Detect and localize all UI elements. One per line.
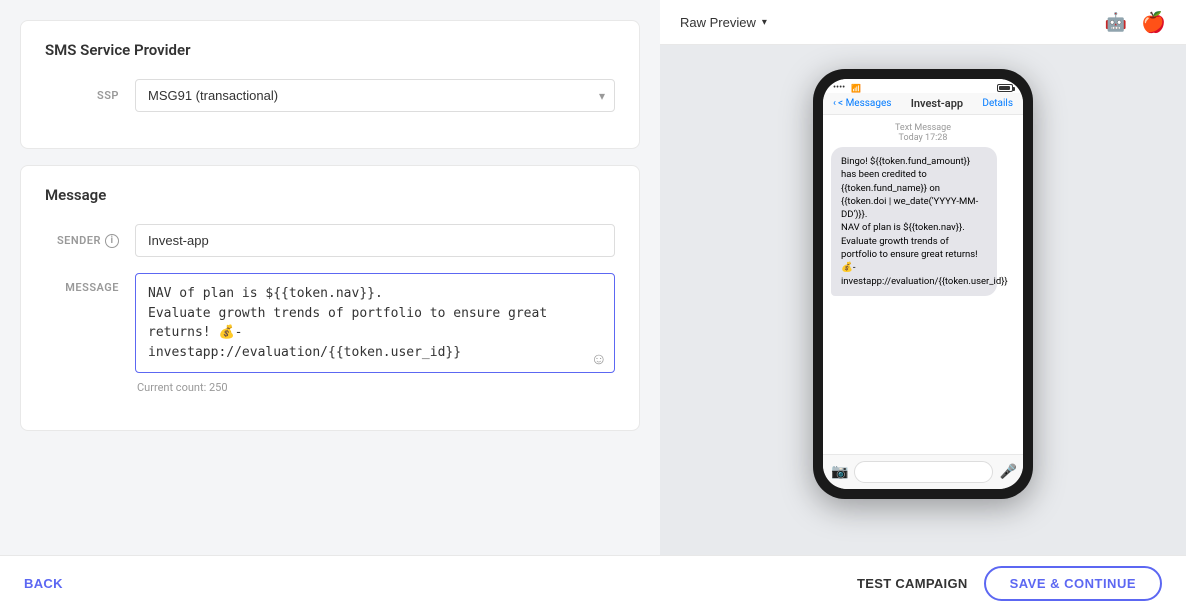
ssp-card: SMS Service Provider SSP MSG91 (transact… bbox=[20, 20, 640, 149]
message-card: Message SENDER i MESSAGE NAV of plan is … bbox=[20, 165, 640, 431]
status-bar: •••• 📶 bbox=[823, 79, 1023, 93]
back-button[interactable]: BACK bbox=[24, 576, 63, 591]
textarea-wrapper: NAV of plan is ${{token.nav}}. Evaluate … bbox=[135, 273, 615, 377]
mic-icon[interactable]: 🎤 bbox=[999, 464, 1016, 480]
iphone-nav: ‹ < Messages Invest-app Details bbox=[823, 93, 1023, 115]
message-label: MESSAGE bbox=[45, 273, 135, 294]
message-date-label: Text Message Today 17:28 bbox=[831, 123, 1015, 143]
left-panel: SMS Service Provider SSP MSG91 (transact… bbox=[0, 0, 660, 555]
preview-icons: 🤖 🍎 bbox=[1105, 10, 1166, 34]
message-textarea[interactable]: NAV of plan is ${{token.nav}}. Evaluate … bbox=[135, 273, 615, 373]
preview-title: Raw Preview bbox=[680, 15, 756, 30]
nav-detail[interactable]: Details bbox=[982, 98, 1013, 109]
right-panel: Raw Preview ▾ 🤖 🍎 •••• 📶 bbox=[660, 0, 1186, 555]
sender-control bbox=[135, 224, 615, 257]
message-bubble: Bingo! ${{token.fund_amount}} has been c… bbox=[831, 147, 997, 296]
sender-info-icon[interactable]: i bbox=[105, 234, 119, 248]
ssp-label: SSP bbox=[45, 89, 135, 102]
sender-input[interactable] bbox=[135, 224, 615, 257]
preview-dropdown-button[interactable]: Raw Preview ▾ bbox=[680, 15, 767, 30]
ssp-card-title: SMS Service Provider bbox=[45, 41, 615, 59]
status-right bbox=[997, 84, 1013, 92]
ssp-control: MSG91 (transactional)TwilioNexmo bbox=[135, 79, 615, 112]
char-count: Current count: 250 bbox=[137, 381, 615, 394]
message-form-row: MESSAGE NAV of plan is ${{token.nav}}. E… bbox=[45, 273, 615, 394]
chevron-down-icon: ▾ bbox=[762, 17, 767, 28]
nav-back-button[interactable]: ‹ < Messages bbox=[833, 98, 891, 109]
ssp-select-wrapper[interactable]: MSG91 (transactional)TwilioNexmo bbox=[135, 79, 615, 112]
status-dots: •••• 📶 bbox=[833, 83, 861, 93]
nav-back-chevron: ‹ bbox=[833, 98, 836, 109]
message-control: NAV of plan is ${{token.nav}}. Evaluate … bbox=[135, 273, 615, 394]
wifi-icon: 📶 bbox=[851, 84, 861, 93]
sender-label: SENDER i bbox=[45, 234, 135, 248]
camera-icon[interactable]: 📷 bbox=[831, 464, 848, 480]
message-card-title: Message bbox=[45, 186, 615, 204]
signal-dots: •••• bbox=[833, 83, 845, 93]
apple-icon[interactable]: 🍎 bbox=[1141, 10, 1166, 34]
iphone-messages: Text Message Today 17:28 Bingo! ${{token… bbox=[823, 115, 1023, 454]
emoji-button[interactable]: ☺ bbox=[591, 351, 607, 369]
footer: BACK TEST CAMPAIGN SAVE & CONTINUE bbox=[0, 555, 1186, 611]
iphone-message-input[interactable] bbox=[854, 461, 993, 483]
android-icon[interactable]: 🤖 bbox=[1105, 12, 1127, 33]
iphone-input-bar: 📷 🎤 bbox=[823, 454, 1023, 489]
ssp-form-row: SSP MSG91 (transactional)TwilioNexmo bbox=[45, 79, 615, 112]
iphone-screen: •••• 📶 ‹ < Messages bbox=[823, 79, 1023, 489]
sender-form-row: SENDER i bbox=[45, 224, 615, 257]
preview-header: Raw Preview ▾ 🤖 🍎 bbox=[660, 0, 1186, 45]
footer-right: TEST CAMPAIGN SAVE & CONTINUE bbox=[857, 566, 1162, 601]
nav-title: Invest-app bbox=[911, 97, 963, 110]
battery-fill bbox=[999, 86, 1010, 90]
nav-back-label: < Messages bbox=[838, 98, 891, 109]
iphone-mockup: •••• 📶 ‹ < Messages bbox=[813, 69, 1033, 499]
phone-container: •••• 📶 ‹ < Messages bbox=[813, 69, 1033, 499]
battery-icon bbox=[997, 84, 1013, 92]
save-continue-button[interactable]: SAVE & CONTINUE bbox=[984, 566, 1162, 601]
test-campaign-button[interactable]: TEST CAMPAIGN bbox=[857, 576, 968, 591]
ssp-select[interactable]: MSG91 (transactional)TwilioNexmo bbox=[135, 79, 615, 112]
